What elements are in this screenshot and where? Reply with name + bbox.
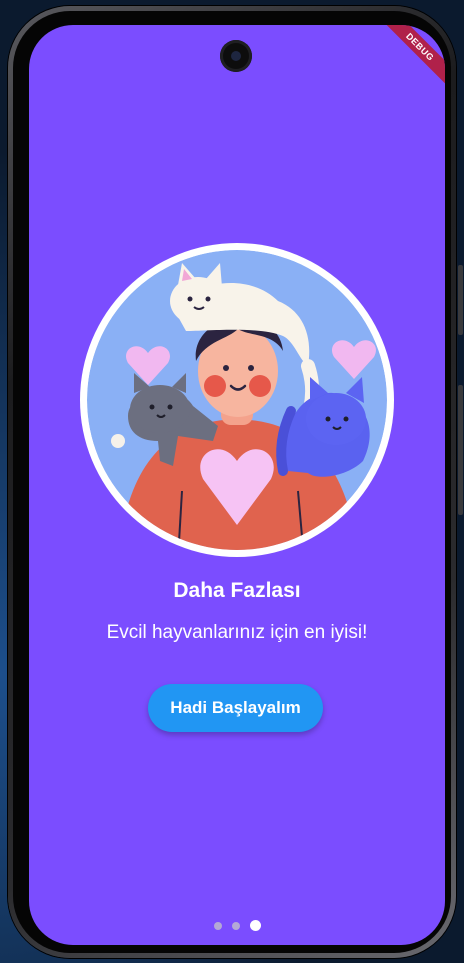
- page-indicator[interactable]: [29, 920, 445, 931]
- onboarding-illustration: [80, 243, 394, 557]
- page-dot-3-active[interactable]: [249, 920, 261, 931]
- front-camera: [220, 40, 252, 72]
- page-dot-2[interactable]: [231, 921, 240, 930]
- onboarding-title: Daha Fazlası: [173, 579, 301, 602]
- get-started-button[interactable]: Hadi Başlayalım: [148, 684, 323, 732]
- app-screen: DEBUG Daha Fazlası Evcil hayvanlarınız i…: [29, 25, 445, 945]
- power-button: [458, 385, 463, 515]
- volume-button: [458, 265, 463, 335]
- onboarding-subtitle: Evcil hayvanlarınız için en iyisi!: [106, 622, 368, 643]
- page-dot-1[interactable]: [213, 921, 222, 930]
